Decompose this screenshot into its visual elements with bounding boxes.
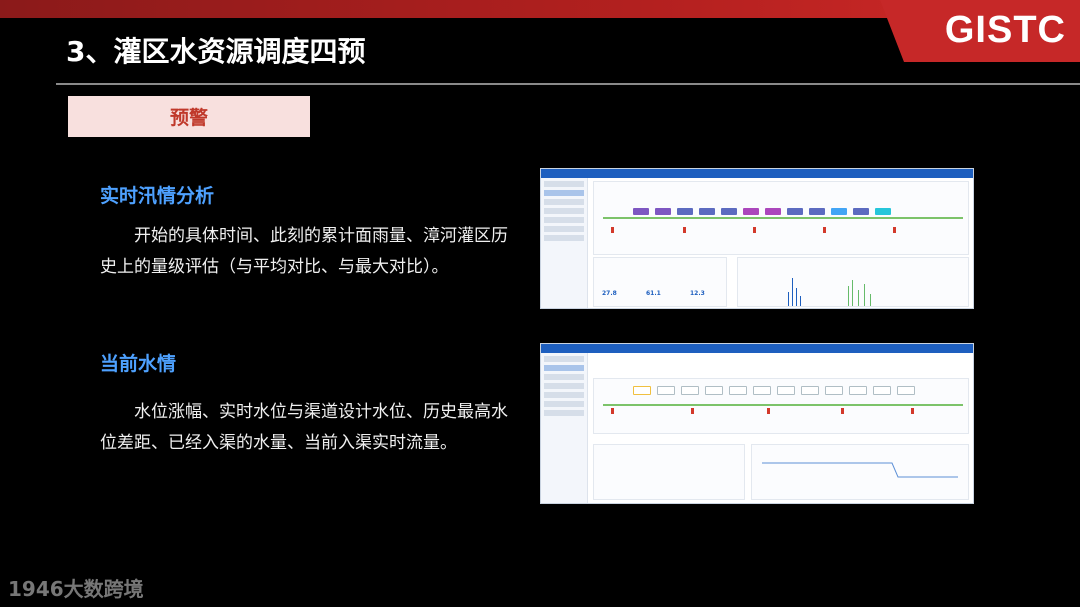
water-info-panel (593, 444, 745, 500)
gate-marker (841, 408, 844, 414)
section-heading-flood: 实时汛情分析 (100, 185, 215, 207)
stat-value: 12.3 (690, 290, 705, 297)
station-box (657, 386, 675, 395)
station-box (801, 386, 819, 395)
station-box (831, 208, 847, 215)
station-box (633, 386, 651, 395)
gate-marker (823, 227, 826, 233)
station-box (753, 386, 771, 395)
screenshot-header (541, 169, 973, 178)
gate-marker (683, 227, 686, 233)
station-box (777, 386, 795, 395)
section-body-water: 水位涨幅、实时水位与渠道设计水位、历史最高水位差距、已经入渠的水量、当前入渠实时… (100, 402, 508, 453)
station-box (825, 386, 843, 395)
screenshot-sidebar (541, 178, 588, 308)
warning-badge-label: 预警 (169, 107, 208, 129)
gate-marker (611, 227, 614, 233)
slide-title: 3、灌区水资源调度四预 (66, 35, 366, 68)
rainfall-chart-panel (737, 257, 969, 307)
water-level-line-chart (762, 462, 958, 478)
gate-marker (767, 408, 770, 414)
station-box (681, 386, 699, 395)
station-box (787, 208, 803, 215)
gate-marker (911, 408, 914, 414)
flood-analysis-screenshot: 27.8 61.1 12.3 (540, 168, 974, 309)
station-box (849, 386, 867, 395)
stat-value: 27.8 (602, 290, 617, 297)
station-box (655, 208, 671, 215)
section-heading-water: 当前水情 (100, 353, 177, 375)
water-level-screenshot (540, 343, 974, 504)
section-body-flood: 开始的具体时间、此刻的累计面雨量、漳河灌区历史上的量级评估（与平均对比、与最大对… (100, 226, 508, 277)
station-box (705, 386, 723, 395)
station-box (721, 208, 737, 215)
screenshot-sidebar (541, 353, 588, 503)
title-divider (56, 83, 1080, 85)
screenshot-header (541, 344, 973, 353)
gate-marker (893, 227, 896, 233)
station-box (677, 208, 693, 215)
gate-marker (691, 408, 694, 414)
gate-marker (611, 408, 614, 414)
station-box (633, 208, 649, 215)
station-box (743, 208, 759, 215)
station-box (875, 208, 891, 215)
station-box (873, 386, 891, 395)
stats-panel: 27.8 61.1 12.3 (593, 257, 727, 307)
warning-badge: 预警 (68, 96, 310, 137)
water-level-chart-panel (751, 444, 969, 500)
station-box (853, 208, 869, 215)
station-box (897, 386, 915, 395)
station-box (699, 208, 715, 215)
canal-line (603, 217, 963, 219)
gistc-logo: GISTC (944, 9, 1066, 51)
gate-marker (753, 227, 756, 233)
stat-value: 61.1 (646, 290, 661, 297)
footer-watermark: 1946大数跨境 (8, 577, 144, 601)
station-box (729, 386, 747, 395)
canal-line (603, 404, 963, 406)
station-box (765, 208, 781, 215)
station-box (809, 208, 825, 215)
